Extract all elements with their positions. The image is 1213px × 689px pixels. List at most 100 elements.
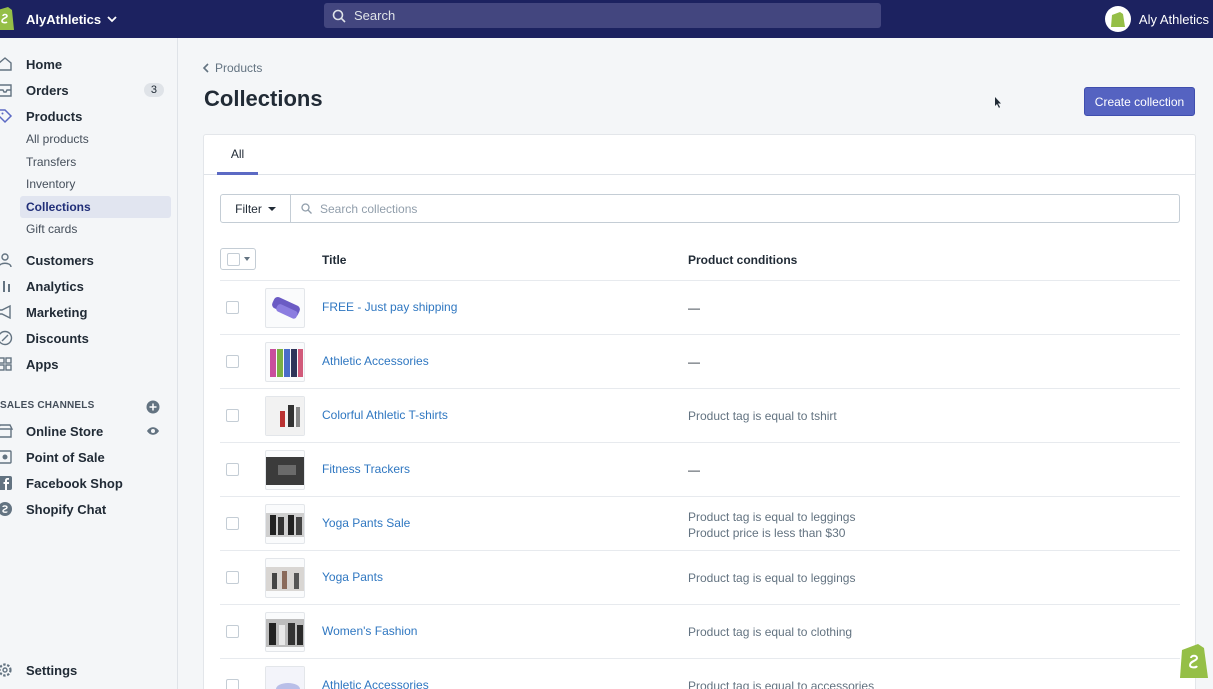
orders-icon: [0, 84, 12, 97]
table-row[interactable]: Fitness Trackers —: [220, 443, 1180, 497]
breadcrumb-products: Products: [215, 61, 263, 75]
row-checkbox[interactable]: [226, 409, 239, 422]
chevron-down-icon: [107, 16, 117, 23]
table-row[interactable]: Yoga Pants Product tag is equal to leggi…: [220, 551, 1180, 605]
table-row[interactable]: FREE - Just pay shipping —: [220, 281, 1180, 335]
sidebar-item-point-of-sale[interactable]: Point of Sale: [0, 445, 178, 469]
product-conditions: Product tag is equal to leggings: [688, 571, 856, 585]
eye-icon[interactable]: [146, 424, 160, 438]
sidebar-subitem-all-products[interactable]: All products: [20, 128, 171, 150]
table-row[interactable]: Women's Fashion Product tag is equal to …: [220, 605, 1180, 659]
create-collection-button[interactable]: Create collection: [1084, 87, 1195, 116]
sidebar-subitem-gift-cards[interactable]: Gift cards: [20, 218, 171, 240]
collection-title-link[interactable]: FREE - Just pay shipping: [322, 300, 457, 314]
collection-thumbnail: [265, 396, 305, 436]
sidebar-subitem-collections[interactable]: Collections: [20, 196, 171, 218]
collection-title-link[interactable]: Fitness Trackers: [322, 462, 410, 476]
collection-title-link[interactable]: Yoga Pants Sale: [322, 516, 410, 530]
sidebar: Home Orders 3 Products All products Tran…: [0, 38, 178, 689]
person-icon: [0, 253, 12, 268]
collection-thumbnail: [265, 288, 305, 328]
select-all-checkbox[interactable]: [227, 252, 240, 266]
search-icon: [332, 9, 346, 23]
store-switcher[interactable]: AlyAthletics: [26, 0, 117, 38]
row-checkbox[interactable]: [226, 679, 239, 689]
chevron-left-icon: [202, 63, 209, 73]
product-conditions: Product tag is equal to clothing: [688, 625, 853, 639]
page-title: Collections: [204, 86, 323, 111]
tab-all[interactable]: All: [217, 135, 258, 175]
avatar: [1104, 6, 1131, 32]
search-collections-placeholder: Search collections: [320, 201, 418, 216]
shopify-bag-icon: [1110, 12, 1125, 27]
collection-title-link[interactable]: Athletic Accessories: [322, 678, 429, 689]
product-conditions: Product tag is equal to leggings: [688, 510, 856, 524]
filter-button[interactable]: Filter: [221, 195, 291, 222]
filter-bar: Filter Search collections: [220, 194, 1180, 223]
collection-title-link[interactable]: Yoga Pants: [322, 570, 383, 584]
sidebar-item-analytics[interactable]: Analytics: [0, 274, 178, 298]
product-conditions-secondary: Product price is less than $30: [688, 526, 846, 540]
home-icon: [0, 57, 12, 71]
top-bar: AlyAthletics Search Aly Athletics: [0, 0, 1213, 38]
bulk-select[interactable]: [220, 248, 256, 270]
table-row[interactable]: Colorful Athletic T-shirts Product tag i…: [220, 389, 1180, 443]
sidebar-item-discounts[interactable]: Discounts: [0, 326, 178, 350]
row-checkbox[interactable]: [226, 301, 239, 314]
table-row[interactable]: Yoga Pants Sale Product tag is equal to …: [220, 497, 1180, 551]
table-row[interactable]: Athletic Accessories —: [220, 335, 1180, 389]
gear-icon: [0, 663, 12, 677]
collection-thumbnail: [265, 504, 305, 544]
row-checkbox[interactable]: [226, 517, 239, 530]
row-checkbox[interactable]: [226, 355, 239, 368]
collection-thumbnail: [265, 666, 305, 689]
sidebar-item-customers[interactable]: Customers: [0, 248, 178, 272]
shopify-chat-icon: [0, 502, 12, 516]
shopify-logo-icon[interactable]: [0, 4, 16, 32]
collection-thumbnail: [265, 450, 305, 490]
column-header-title: Title: [322, 253, 347, 267]
table-row[interactable]: Athletic Accessories Product tag is equa…: [220, 659, 1180, 689]
user-menu[interactable]: Aly Athletics: [1104, 0, 1213, 38]
sidebar-item-home[interactable]: Home: [0, 52, 178, 76]
sidebar-item-shopify-chat[interactable]: Shopify Chat: [0, 497, 178, 521]
sidebar-item-settings[interactable]: Settings: [0, 658, 178, 682]
user-name: Aly Athletics: [1138, 11, 1209, 27]
store-name: AlyAthletics: [26, 11, 102, 27]
mouse-cursor-icon: [995, 97, 1001, 108]
orders-count-badge: 3: [143, 83, 164, 97]
collection-title-link[interactable]: Athletic Accessories: [322, 354, 429, 368]
table-header: Title Product conditions: [220, 245, 1180, 281]
caret-down-icon: [244, 257, 250, 261]
megaphone-icon: [0, 304, 11, 320]
product-conditions: —: [688, 301, 700, 315]
global-search[interactable]: Search: [324, 3, 881, 28]
add-channel-icon[interactable]: [146, 400, 160, 414]
collection-title-link[interactable]: Women's Fashion: [322, 624, 417, 638]
sidebar-item-online-store[interactable]: Online Store: [0, 419, 178, 443]
breadcrumb[interactable]: Products: [202, 61, 262, 75]
collection-thumbnail: [265, 342, 305, 382]
sidebar-item-marketing[interactable]: Marketing: [0, 300, 178, 324]
search-collections-input[interactable]: Search collections: [291, 195, 1179, 222]
sidebar-item-products[interactable]: Products: [0, 104, 178, 128]
collection-thumbnail: [265, 558, 305, 598]
facebook-icon: [0, 476, 12, 490]
filter-label: Filter: [235, 201, 262, 216]
store-icon: [0, 424, 14, 438]
sidebar-item-apps[interactable]: Apps: [0, 352, 178, 376]
row-checkbox[interactable]: [226, 571, 239, 584]
collection-title-link[interactable]: Colorful Athletic T-shirts: [322, 408, 448, 422]
sidebar-subitem-inventory[interactable]: Inventory: [20, 173, 171, 195]
sales-channels-heading: SALES CHANNELS: [0, 400, 178, 416]
row-checkbox[interactable]: [226, 625, 239, 638]
pos-icon: [0, 450, 12, 464]
sidebar-subitem-transfers[interactable]: Transfers: [20, 151, 171, 173]
apps-icon: [0, 357, 12, 371]
product-conditions: Product tag is equal to accessories: [688, 679, 875, 689]
discount-icon: [0, 330, 13, 346]
sidebar-item-facebook-shop[interactable]: Facebook Shop: [0, 471, 178, 495]
product-conditions: Product tag is equal to tshirt: [688, 409, 837, 423]
sidebar-item-orders[interactable]: Orders 3: [0, 78, 178, 102]
row-checkbox[interactable]: [226, 463, 239, 476]
